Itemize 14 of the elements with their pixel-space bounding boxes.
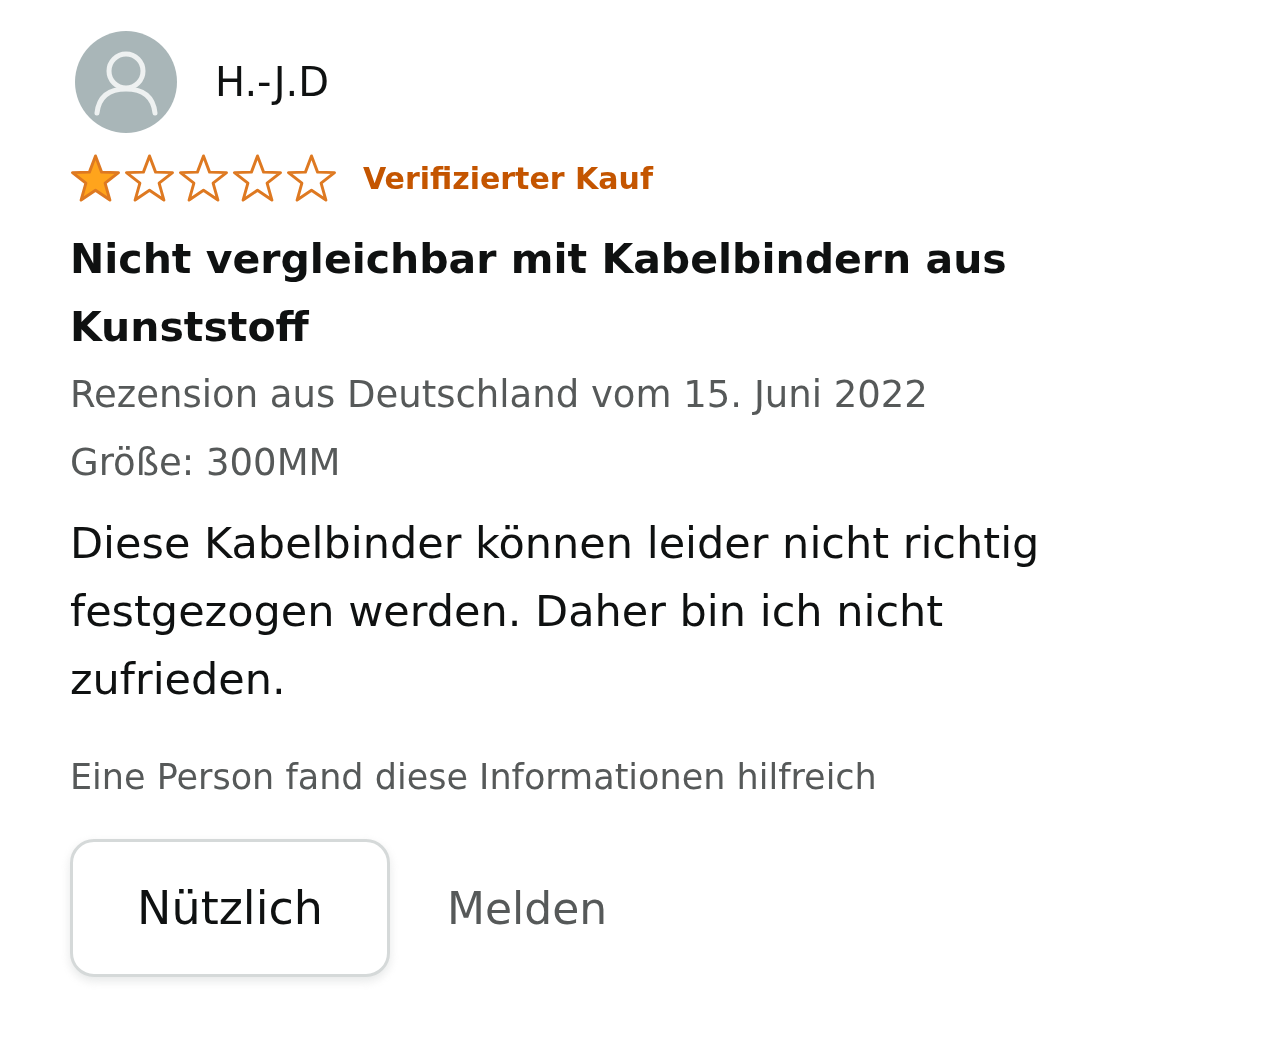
review-date: Rezension aus Deutschland vom 15. Juni 2022 xyxy=(70,372,929,418)
avatar-silhouette-icon xyxy=(75,31,177,133)
report-link[interactable]: Melden xyxy=(447,882,608,934)
empty-star-icon xyxy=(286,153,337,203)
empty-star-icon xyxy=(178,153,229,203)
review-title: Nicht vergleichbar mit Kabelbindern aus Kunststoff xyxy=(70,234,1008,353)
empty-star-icon xyxy=(124,153,175,203)
filled-star-icon xyxy=(70,153,121,203)
helpful-button[interactable]: Nützlich xyxy=(70,839,390,977)
verified-purchase-label: Verifizierter Kauf xyxy=(363,160,653,196)
size-variant: Größe: 300MM xyxy=(70,440,342,486)
review-text: Diese Kabelbinder können leider nicht richtig festgezogen werden. Daher bin ich nicht zufrieden. xyxy=(70,517,1041,706)
helpful-count-text: Eine Person fand diese Informationen hilfreich xyxy=(70,756,878,799)
empty-star-icon xyxy=(232,153,283,203)
